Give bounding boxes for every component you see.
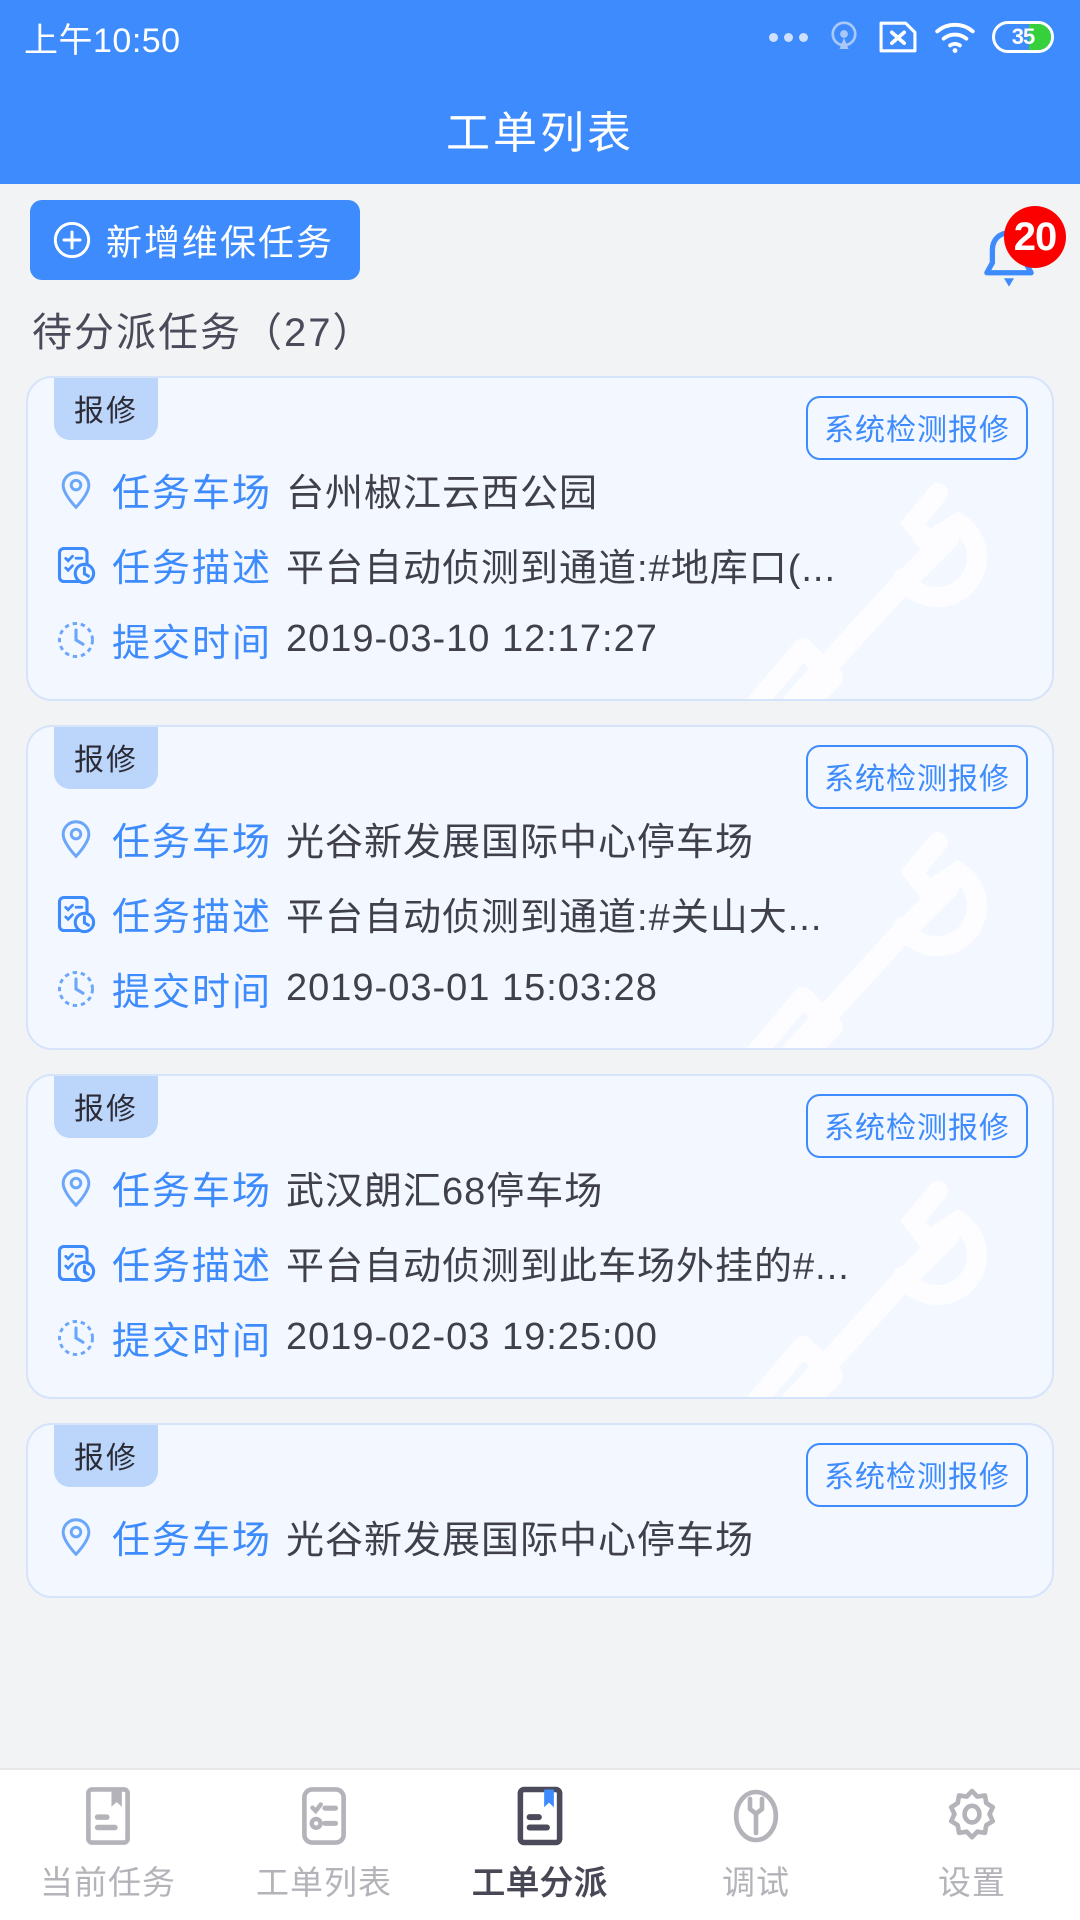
card-label-parking-lot: 任务车场	[112, 1520, 273, 1562]
card-value-parking-lot: 台州椒江云西公园	[286, 473, 599, 515]
add-maintenance-task-label: 新增维保任务	[106, 222, 335, 263]
card-tag: 报修	[54, 727, 158, 789]
notification-badge: 20	[1004, 206, 1066, 268]
card-row-parking-lot: 任务车场 台州椒江云西公园	[28, 452, 1052, 527]
location-pin-icon	[61, 819, 91, 858]
tab-work-order-dispatch[interactable]: 工单分派	[432, 1786, 648, 1904]
plus-circle-icon	[53, 221, 91, 259]
card-header: 报修 系统检测报修	[28, 1425, 1052, 1507]
tab-work-order-list[interactable]: 工单列表	[216, 1786, 432, 1904]
clipboard-clock-icon	[57, 1244, 96, 1282]
card-label-description: 任务描述	[112, 548, 273, 590]
tab-settings[interactable]: 设置	[864, 1786, 1080, 1904]
card-label-submit-time: 提交时间	[112, 1321, 273, 1363]
clock-icon	[58, 970, 94, 1007]
task-card[interactable]: 报修 系统检测报修 任务车场 光谷新发展国际中心停车场	[26, 1423, 1054, 1598]
card-row-submit-time: 提交时间 2019-03-01 15:03:28	[28, 951, 1052, 1026]
app-root: 上午10:50 35 工单列表 新增维保任务 20 待分派任务（27） 报修 系…	[0, 0, 1080, 1920]
document-bookmark-filled-icon	[517, 1786, 563, 1846]
card-label-submit-time: 提交时间	[112, 623, 273, 665]
toolbar: 新增维保任务 20	[0, 184, 1080, 296]
card-row-description: 任务描述 平台自动侦测到此车场外挂的#...	[28, 1225, 1052, 1300]
card-value-description: 平台自动侦测到通道:#关山大...	[286, 897, 823, 939]
battery-level: 35	[1011, 24, 1036, 49]
notification-bell-button[interactable]: 20	[970, 206, 1066, 296]
battery-icon: 35	[992, 21, 1054, 53]
card-value-parking-lot: 光谷新发展国际中心停车场	[286, 822, 755, 864]
clipboard-clock-icon	[57, 546, 96, 584]
card-tag: 报修	[54, 1076, 158, 1138]
more-dots-icon	[769, 32, 808, 42]
bottom-tab-bar: 当前任务 工单列表 工单分派 调试 设置	[0, 1768, 1080, 1920]
card-value-description: 平台自动侦测到此车场外挂的#...	[286, 1246, 850, 1288]
add-maintenance-task-button[interactable]: 新增维保任务	[30, 200, 361, 280]
tab-debug[interactable]: 调试	[648, 1786, 864, 1904]
card-value-submit-time: 2019-02-03 19:25:00	[286, 1316, 658, 1358]
task-card[interactable]: 报修 系统检测报修 任务车场 光谷新发展国际中心停车场	[26, 725, 1054, 1050]
location-pin-icon	[61, 1168, 91, 1207]
card-label-submit-time: 提交时间	[112, 972, 273, 1014]
task-list: 报修 系统检测报修 任务车场 台州椒江云西公园 任务描述 平台自动侦测到通道:#…	[0, 376, 1080, 1598]
location-pin-icon	[61, 1517, 91, 1556]
card-row-submit-time: 提交时间 2019-02-03 19:25:00	[28, 1300, 1052, 1375]
card-row-submit-time: 提交时间 2019-03-10 12:17:27	[28, 602, 1052, 677]
card-value-submit-time: 2019-03-10 12:17:27	[286, 618, 658, 660]
card-label-description: 任务描述	[112, 1246, 273, 1288]
location-beacon-icon	[831, 21, 857, 49]
tab-label-settings: 设置	[938, 1864, 1006, 1901]
card-type-badge: 系统检测报修	[806, 1094, 1028, 1158]
status-bar: 上午10:50 35	[0, 0, 1080, 74]
card-label-parking-lot: 任务车场	[112, 822, 273, 864]
card-row-parking-lot: 任务车场 武汉朗汇68停车场	[28, 1150, 1052, 1225]
card-tag: 报修	[54, 378, 158, 440]
card-label-parking-lot: 任务车场	[112, 473, 273, 515]
app-header: 工单列表	[0, 74, 1080, 184]
section-title: 待分派任务（27）	[32, 311, 375, 355]
page-title: 工单列表	[446, 109, 634, 158]
card-value-parking-lot: 武汉朗汇68停车场	[286, 1171, 604, 1213]
tab-label-work-order-list: 工单列表	[256, 1864, 392, 1901]
clock-icon	[58, 1319, 94, 1356]
location-pin-icon	[61, 470, 91, 509]
card-row-parking-lot: 任务车场 光谷新发展国际中心停车场	[28, 1499, 1052, 1574]
card-header: 报修 系统检测报修	[28, 1076, 1052, 1158]
card-header: 报修 系统检测报修	[28, 727, 1052, 809]
wifi-icon	[935, 22, 975, 53]
card-row-description: 任务描述 平台自动侦测到通道:#地库口(...	[28, 527, 1052, 602]
card-type-badge: 系统检测报修	[806, 745, 1028, 809]
sim-disabled-icon	[879, 21, 917, 53]
card-type-badge: 系统检测报修	[806, 1443, 1028, 1507]
gear-icon	[948, 1788, 996, 1840]
card-value-submit-time: 2019-03-01 15:03:28	[286, 967, 658, 1009]
card-type-badge: 系统检测报修	[806, 396, 1028, 460]
card-tag: 报修	[54, 1425, 158, 1487]
status-time: 上午10:50	[24, 21, 181, 60]
document-bookmark-icon	[86, 1787, 130, 1845]
clock-icon	[58, 621, 94, 658]
task-card[interactable]: 报修 系统检测报修 任务车场 台州椒江云西公园 任务描述 平台自动侦测到通道:#…	[26, 376, 1054, 701]
status-icons: 35	[769, 19, 1054, 55]
card-header: 报修 系统检测报修	[28, 378, 1052, 460]
tab-current-task[interactable]: 当前任务	[0, 1786, 216, 1904]
task-card[interactable]: 报修 系统检测报修 任务车场 武汉朗汇68停车场 任务描述 平台自动侦测到此车场…	[26, 1074, 1054, 1399]
card-row-parking-lot: 任务车场 光谷新发展国际中心停车场	[28, 801, 1052, 876]
card-row-description: 任务描述 平台自动侦测到通道:#关山大...	[28, 876, 1052, 951]
card-value-description: 平台自动侦测到通道:#地库口(...	[286, 548, 837, 590]
card-label-description: 任务描述	[112, 897, 273, 939]
clipboard-clock-icon	[57, 895, 96, 933]
card-label-parking-lot: 任务车场	[112, 1171, 273, 1213]
tab-label-current-task: 当前任务	[40, 1864, 176, 1901]
wrench-circle-icon	[733, 1789, 779, 1843]
card-value-parking-lot: 光谷新发展国际中心停车场	[286, 1520, 755, 1562]
tab-label-work-order-dispatch: 工单分派	[472, 1864, 608, 1901]
tab-label-debug: 调试	[722, 1864, 790, 1901]
checklist-icon	[302, 1787, 346, 1845]
